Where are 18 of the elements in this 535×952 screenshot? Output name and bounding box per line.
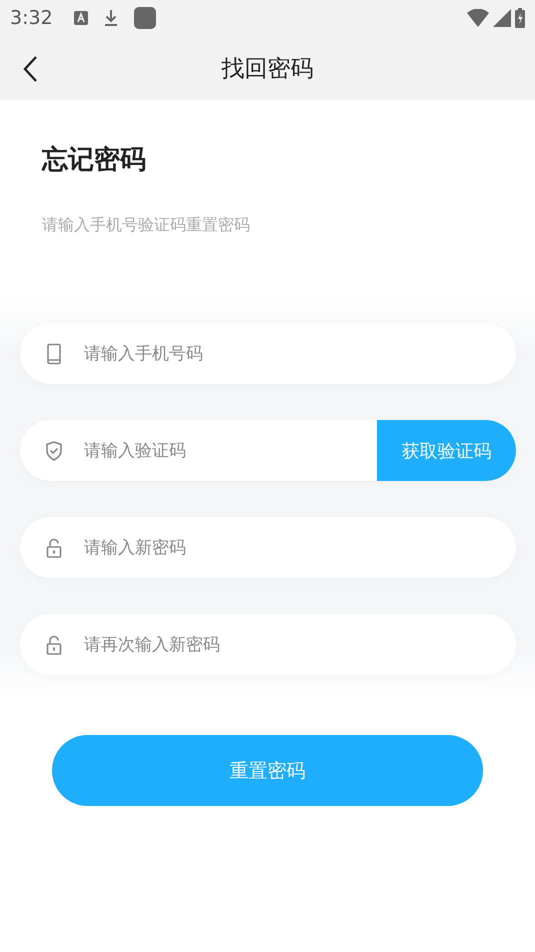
wifi-icon bbox=[467, 9, 489, 27]
keyboard-app-icon bbox=[72, 10, 89, 26]
reset-password-button[interactable]: 重置密码 bbox=[52, 735, 483, 806]
get-code-button[interactable]: 获取验证码 bbox=[377, 420, 516, 481]
lock-icon bbox=[44, 536, 64, 558]
page-title: 找回密码 bbox=[222, 54, 314, 84]
shield-check-icon bbox=[44, 440, 64, 462]
battery-icon bbox=[515, 8, 525, 28]
text-input[interactable]: 请输入验证码 bbox=[84, 420, 377, 481]
download-icon bbox=[102, 9, 119, 27]
input-field[interactable]: 请输入验证码 获取验证码 bbox=[20, 420, 516, 481]
subtitle: 请输入手机号验证码重置密码 bbox=[42, 215, 250, 236]
lock-icon bbox=[44, 634, 64, 656]
status-time: 3:32 bbox=[10, 7, 53, 29]
heading: 忘记密码 bbox=[42, 144, 146, 177]
signal-icon bbox=[493, 9, 511, 27]
phone-icon bbox=[44, 342, 64, 364]
app-icon bbox=[132, 6, 157, 30]
